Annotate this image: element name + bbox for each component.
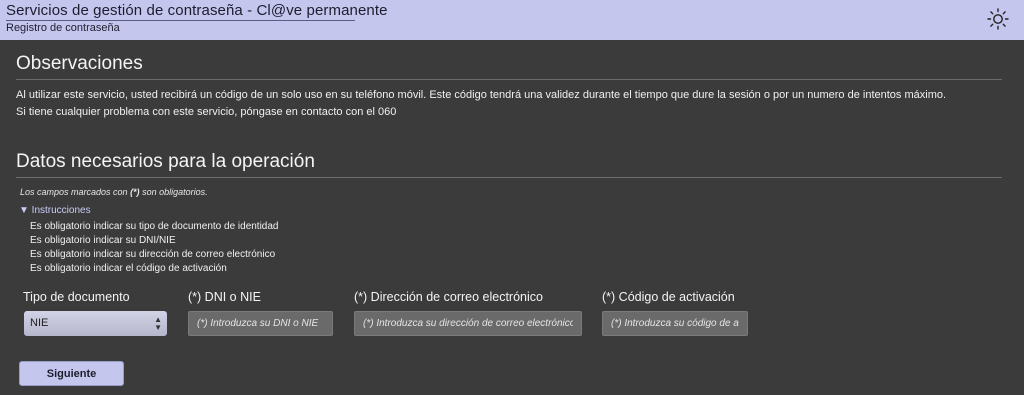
observations-line: Al utilizar este servicio, usted recibir… (16, 89, 947, 101)
required-note-text: son obligatorios. (139, 187, 208, 197)
next-button[interactable]: Siguiente (19, 361, 124, 386)
required-note-text: Los campos marcados con (20, 187, 131, 197)
instruction-item: Es obligatorio indicar su tipo de docume… (30, 221, 279, 232)
theme-toggle-button[interactable] (986, 7, 1010, 31)
sun-icon (987, 8, 1009, 30)
observations-heading: Observaciones (16, 53, 1002, 80)
updown-arrows-icon: ▲ ▼ (154, 315, 162, 332)
instruction-item: Es obligatorio indicar su DNI/NIE (30, 235, 176, 246)
instruction-item: Es obligatorio indicar el código de acti… (30, 263, 227, 274)
page-subtitle: Registro de contraseña (6, 22, 120, 34)
required-fields-note: Los campos marcados con (*) son obligato… (20, 187, 208, 197)
app-title: Servicios de gestión de contraseña - Cl@… (6, 2, 388, 21)
email-input[interactable] (354, 311, 582, 336)
doc-type-value: NIE (30, 317, 49, 329)
dni-label: (*) DNI o NIE (188, 290, 261, 304)
instruction-item: Es obligatorio indicar su dirección de c… (30, 249, 276, 260)
header-bar: Servicios de gestión de contraseña - Cl@… (0, 0, 1024, 40)
activation-code-input[interactable] (602, 311, 748, 336)
instructions-toggle[interactable]: ▼ Instrucciones (19, 205, 91, 216)
doc-type-label: Tipo de documento (23, 290, 130, 304)
activation-code-label: (*) Código de activación (602, 290, 735, 304)
instructions-list: Es obligatorio indicar su tipo de docume… (30, 220, 279, 276)
observations-text: Al utilizar este servicio, usted recibir… (16, 87, 1006, 121)
dni-input[interactable] (188, 311, 333, 336)
email-label: (*) Dirección de correo electrónico (354, 290, 543, 304)
doc-type-select[interactable]: NIE ▲ ▼ (24, 311, 167, 336)
observations-line: Si tiene cualquier problema con este ser… (16, 106, 397, 118)
required-mark: (*) (130, 187, 140, 197)
operation-heading: Datos necesarios para la operación (16, 151, 1002, 178)
